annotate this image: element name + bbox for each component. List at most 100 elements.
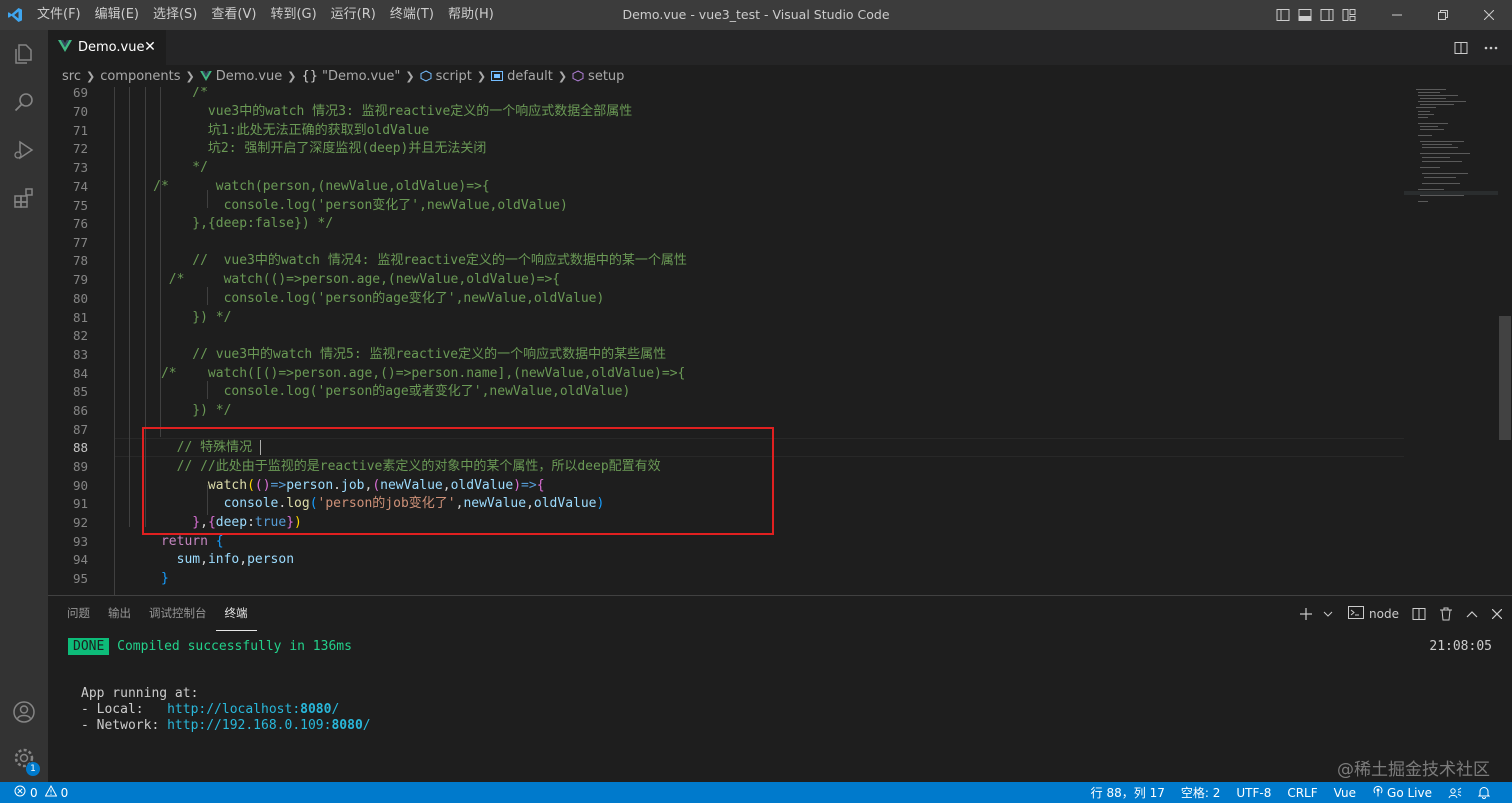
line-number: 93 [72, 534, 88, 549]
line-number: 78 [72, 253, 88, 268]
cursor-position[interactable]: 行 88，列 17 [1083, 784, 1173, 801]
minimap-line [1404, 191, 1498, 195]
menu-view[interactable]: 查看(V) [204, 0, 263, 30]
minimap-line [1422, 183, 1460, 184]
chevron-down-icon[interactable] [1318, 596, 1343, 631]
editor-tab-bar: Demo.vue ✕ [48, 30, 1512, 65]
minimap-line [1420, 141, 1464, 142]
language-mode[interactable]: Vue [1326, 786, 1364, 800]
close-panel-icon[interactable] [1486, 596, 1512, 631]
breadcrumb-setup[interactable]: setup [572, 69, 624, 84]
menu-run[interactable]: 运行(R) [324, 0, 383, 30]
tab-debug-console[interactable]: 调试控制台 [140, 596, 216, 631]
compiled-message: Compiled successfully in 136ms [117, 639, 352, 654]
code-line: /* watch([()=>person.age,()=>person.name… [114, 366, 686, 381]
line-number: 92 [72, 515, 88, 530]
braces-icon: {} [301, 68, 318, 84]
customize-layout-icon[interactable] [1338, 0, 1360, 30]
code-line: // vue3中的watch 情况5: 监视reactive定义的一个响应式数据… [114, 347, 667, 362]
editor-actions [1446, 30, 1512, 65]
breadcrumb-script[interactable]: script [420, 69, 472, 84]
menu-terminal[interactable]: 终端(T) [383, 0, 441, 30]
trash-icon[interactable] [1434, 596, 1458, 631]
status-problems[interactable]: 0 0 [14, 782, 68, 803]
status-right: 行 88，列 17 空格: 2 UTF-8 CRLF Vue Go Live [1083, 782, 1498, 803]
local-url-port[interactable]: 8080 [300, 702, 331, 717]
terminal-shell-selector[interactable]: node [1343, 596, 1404, 631]
breadcrumb-src[interactable]: src [62, 69, 81, 84]
code-line: */ [114, 160, 208, 175]
feedback-icon[interactable] [1440, 787, 1470, 799]
split-terminal-icon[interactable] [1404, 596, 1434, 631]
code-line: /* [114, 87, 208, 100]
line-number: 79 [72, 272, 88, 287]
menu-help[interactable]: 帮助(H) [441, 0, 501, 30]
minimize-button[interactable] [1374, 0, 1420, 30]
menu-edit[interactable]: 编辑(E) [88, 0, 146, 30]
warning-icon [44, 784, 57, 800]
terminal-output[interactable]: DONE Compiled successfully in 136ms 21:0… [48, 631, 1512, 781]
minimap-line [1418, 117, 1428, 118]
local-url-suffix[interactable]: / [331, 702, 339, 717]
menu-file[interactable]: 文件(F) [30, 0, 88, 30]
tab-demo-vue[interactable]: Demo.vue ✕ [48, 30, 166, 65]
new-terminal-icon[interactable] [1294, 596, 1318, 631]
tab-terminal[interactable]: 终端 [215, 596, 257, 631]
tab-problems[interactable]: 问题 [58, 596, 99, 631]
minimap-line [1422, 157, 1450, 158]
line-number: 85 [72, 384, 88, 399]
breadcrumb-default[interactable]: default [491, 69, 553, 84]
account-icon[interactable] [0, 688, 48, 736]
line-number: 74 [72, 179, 88, 194]
line-number: 80 [72, 291, 88, 306]
search-icon[interactable] [0, 78, 48, 126]
more-actions-icon[interactable] [1476, 30, 1506, 65]
local-url-prefix[interactable]: http://localhost: [167, 702, 300, 717]
encoding[interactable]: UTF-8 [1228, 786, 1279, 800]
menu-go[interactable]: 转到(G) [263, 0, 323, 30]
broadcast-icon [1372, 785, 1384, 800]
symbol-variable-icon [491, 71, 504, 81]
line-number: 84 [72, 366, 88, 381]
toggle-panel-icon[interactable] [1294, 0, 1316, 30]
explorer-icon[interactable] [0, 30, 48, 78]
network-url-port[interactable]: 8080 [331, 718, 362, 733]
scrollbar-thumb[interactable] [1499, 316, 1511, 440]
split-editor-icon[interactable] [1446, 30, 1476, 65]
toggle-secondary-sidebar-icon[interactable] [1316, 0, 1338, 30]
line-number: 76 [72, 216, 88, 231]
chevron-right-icon: ❯ [85, 69, 96, 83]
extensions-icon[interactable] [0, 174, 48, 222]
go-live-button[interactable]: Go Live [1364, 785, 1440, 800]
maximize-panel-icon[interactable] [1458, 596, 1486, 631]
close-icon[interactable]: ✕ [142, 39, 158, 55]
line-number: 73 [72, 160, 88, 175]
code-line: } [160, 571, 169, 586]
minimap[interactable] [1404, 87, 1498, 595]
chevron-right-icon: ❯ [557, 69, 568, 83]
code-line: 坑2: 强制开启了深度监视(deep)并且无法关闭 [114, 141, 487, 156]
end-of-line[interactable]: CRLF [1279, 786, 1325, 800]
close-window-button[interactable] [1466, 0, 1512, 30]
network-label: - Network: [81, 718, 168, 733]
run-debug-icon[interactable] [0, 126, 48, 174]
terminal-line-compiled: DONE Compiled successfully in 136ms [68, 638, 352, 655]
breadcrumb-file[interactable]: Demo.vue [199, 69, 282, 84]
code-line: console.log('person的age或者变化了',newValue,o… [114, 384, 631, 399]
indentation[interactable]: 空格: 2 [1173, 784, 1229, 801]
manage-gear-icon[interactable]: 1 [0, 734, 48, 782]
minimap-line [1420, 129, 1444, 130]
breadcrumb-components[interactable]: components [100, 69, 180, 84]
line-number: 75 [72, 198, 88, 213]
tab-output[interactable]: 输出 [99, 596, 140, 631]
breadcrumb-module[interactable]: {} "Demo.vue" [301, 69, 400, 84]
notifications-bell-icon[interactable] [1470, 786, 1498, 799]
code-line: // vue3中的watch 情况4: 监视reactive定义的一个响应式数据… [114, 253, 687, 268]
code-line: /* watch(person,(newValue,oldValue)=>{ [114, 179, 490, 194]
network-url-prefix[interactable]: http://192.168.0.109: [167, 718, 331, 733]
restore-button[interactable] [1420, 0, 1466, 30]
error-count: 0 [30, 785, 38, 800]
network-url-suffix[interactable]: / [363, 718, 371, 733]
menu-selection[interactable]: 选择(S) [146, 0, 204, 30]
toggle-sidebar-icon[interactable] [1272, 0, 1294, 30]
